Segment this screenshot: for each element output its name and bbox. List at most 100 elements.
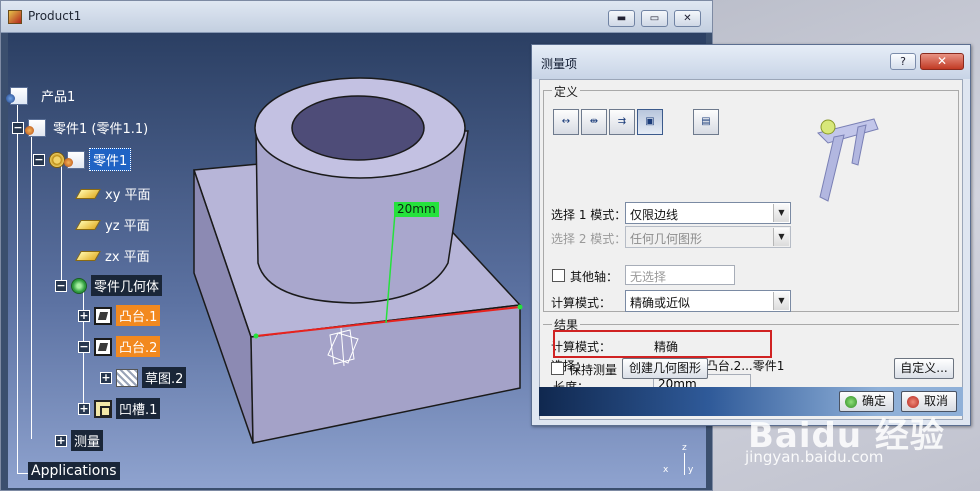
edge-endpoint-right bbox=[517, 304, 523, 310]
tree-part-line bbox=[61, 163, 62, 281]
tree-label-xy-plane: xy 平面 bbox=[105, 188, 151, 203]
cancel-icon bbox=[907, 396, 919, 408]
calc-mode-label: 计算模式： bbox=[551, 296, 612, 310]
main-titlebar: Product1 ▬ ▭ ✕ bbox=[1, 1, 712, 33]
other-axis-checkbox[interactable] bbox=[552, 269, 565, 282]
dialog-close-button[interactable]: ✕ bbox=[920, 53, 964, 70]
definition-group-title: 定义 bbox=[552, 83, 581, 100]
select2-mode-value: 任何几何图形 bbox=[630, 232, 703, 246]
minimize-button[interactable]: ▬ bbox=[608, 10, 635, 27]
tree-node-part-body[interactable]: − 零件几何体 bbox=[55, 275, 163, 296]
plane-icon bbox=[75, 250, 101, 261]
window-title: Product1 bbox=[28, 9, 82, 23]
keep-measure-checkbox[interactable] bbox=[551, 362, 564, 375]
tree-node-part[interactable]: − 零件1 bbox=[33, 148, 132, 171]
tree-label-part-instance: 零件1 (零件1.1) bbox=[53, 122, 149, 137]
tree-node-product[interactable]: 产品1 bbox=[6, 85, 78, 106]
baidu-watermark-url: jingyan.baidu.com bbox=[745, 448, 884, 466]
customize-button[interactable]: 自定义... bbox=[894, 358, 954, 379]
part-gear-icon bbox=[49, 151, 65, 168]
select2-mode-label: 选择 2 模式： bbox=[551, 232, 627, 246]
tree-node-yz-plane[interactable]: yz 平面 bbox=[75, 214, 153, 235]
tree-node-zx-plane[interactable]: zx 平面 bbox=[75, 245, 153, 266]
pocket-icon bbox=[94, 399, 112, 418]
axis-x-label: x bbox=[663, 465, 669, 475]
tree-label-pad2: 凸台.2 bbox=[116, 336, 161, 357]
ok-icon bbox=[845, 396, 857, 408]
pad-icon bbox=[94, 306, 112, 325]
collapse-icon[interactable]: − bbox=[55, 279, 67, 292]
part-instance-icon bbox=[25, 118, 46, 137]
tree-node-applications[interactable]: Applications bbox=[28, 462, 120, 480]
axis-z-line bbox=[684, 453, 685, 475]
tree-node-sketch2[interactable]: + 草图.2 bbox=[100, 367, 187, 388]
axis-z-label: z bbox=[682, 443, 687, 453]
select1-mode-dropdown[interactable]: 仅限边线 ▼ bbox=[625, 202, 791, 224]
tree-label-part-body: 零件几何体 bbox=[91, 275, 163, 296]
select1-mode-label: 选择 1 模式： bbox=[551, 208, 627, 222]
axis-y-label: y bbox=[688, 465, 694, 475]
cancel-label: 取消 bbox=[924, 394, 949, 408]
collapse-icon[interactable]: − bbox=[12, 121, 24, 134]
select1-mode-value: 仅限边线 bbox=[630, 208, 679, 222]
plane-icon bbox=[75, 219, 101, 230]
pad-icon bbox=[94, 337, 112, 356]
tree-label-pocket1: 凹槽.1 bbox=[116, 398, 161, 419]
other-axis-label: 其他轴： bbox=[570, 270, 619, 284]
product-icon bbox=[6, 86, 28, 105]
other-axis-field[interactable]: 无选择 bbox=[625, 265, 735, 285]
part-doc-icon bbox=[64, 150, 85, 169]
caliper-illustration bbox=[817, 118, 879, 202]
tree-node-pad1[interactable]: + 凸台.1 bbox=[78, 305, 161, 326]
maximize-button[interactable]: ▭ bbox=[641, 10, 668, 27]
measure-fan-icon[interactable]: ⇉ bbox=[609, 109, 635, 135]
calc-mode-value: 精确或近似 bbox=[630, 296, 691, 310]
measure-item-dialog: 测量项 ? ✕ 定义 ↔ ⇹ ⇉ ▣ ▤ 选择 1 模式： 仅限边线 ▼ 选择 … bbox=[531, 44, 971, 426]
select2-mode-dropdown[interactable]: 任何几何图形 ▼ bbox=[625, 226, 791, 248]
expand-icon[interactable]: + bbox=[78, 309, 90, 322]
sketch-icon bbox=[116, 368, 138, 387]
catia-app-icon bbox=[8, 10, 22, 24]
tree-branch-line bbox=[31, 133, 32, 439]
calc-mode-dropdown[interactable]: 精确或近似 ▼ bbox=[625, 290, 791, 312]
tree-node-xy-plane[interactable]: xy 平面 bbox=[75, 183, 154, 204]
edge-endpoint-left bbox=[253, 333, 259, 339]
create-geometry-button[interactable]: 创建几何图形 bbox=[622, 358, 708, 379]
tree-label-zx-plane: zx 平面 bbox=[105, 250, 150, 265]
expand-icon[interactable]: + bbox=[78, 402, 90, 415]
cylinder-hole bbox=[291, 95, 425, 161]
dimension-tag[interactable]: 20mm bbox=[394, 202, 439, 217]
body-icon bbox=[71, 277, 87, 294]
expand-icon[interactable]: + bbox=[100, 371, 112, 384]
chevron-down-icon: ▼ bbox=[773, 228, 789, 246]
measure-thickness-icon[interactable]: ▤ bbox=[693, 109, 719, 135]
collapse-icon[interactable]: − bbox=[78, 340, 90, 353]
tree-node-part-instance[interactable]: − 零件1 (零件1.1) bbox=[12, 117, 151, 138]
collapse-icon[interactable]: − bbox=[33, 153, 45, 166]
length-highlight-box bbox=[553, 330, 772, 358]
plane-icon bbox=[75, 188, 101, 199]
dialog-title: 测量项 bbox=[541, 57, 578, 71]
tree-trunk-line bbox=[17, 99, 18, 474]
tree-label-pad1: 凸台.1 bbox=[116, 305, 161, 326]
close-button[interactable]: ✕ bbox=[674, 10, 701, 27]
tree-node-pocket1[interactable]: + 凹槽.1 bbox=[78, 398, 161, 419]
tree-label-sketch2: 草图.2 bbox=[142, 367, 187, 388]
tree-label-yz-plane: yz 平面 bbox=[105, 219, 150, 234]
other-axis-value: 无选择 bbox=[630, 270, 667, 284]
ok-label: 确定 bbox=[862, 394, 887, 408]
measure-chain-icon[interactable]: ⇹ bbox=[581, 109, 607, 135]
tree-node-pad2[interactable]: − 凸台.2 bbox=[78, 336, 161, 357]
help-button[interactable]: ? bbox=[890, 53, 916, 70]
dialog-titlebar: 测量项 ? ✕ bbox=[532, 45, 970, 79]
chevron-down-icon: ▼ bbox=[773, 292, 789, 310]
tree-label-measure: 测量 bbox=[71, 430, 104, 451]
expand-icon[interactable]: + bbox=[55, 434, 67, 447]
chevron-down-icon: ▼ bbox=[773, 204, 789, 222]
tree-label-applications: Applications bbox=[28, 462, 120, 480]
measure-between-icon[interactable]: ↔ bbox=[553, 109, 579, 135]
tree-label-product: 产品1 bbox=[41, 90, 76, 105]
keep-measure-label: 保持测量 bbox=[569, 363, 618, 377]
measure-item-icon[interactable]: ▣ bbox=[637, 109, 663, 135]
tree-node-measure[interactable]: + 测量 bbox=[55, 430, 104, 451]
